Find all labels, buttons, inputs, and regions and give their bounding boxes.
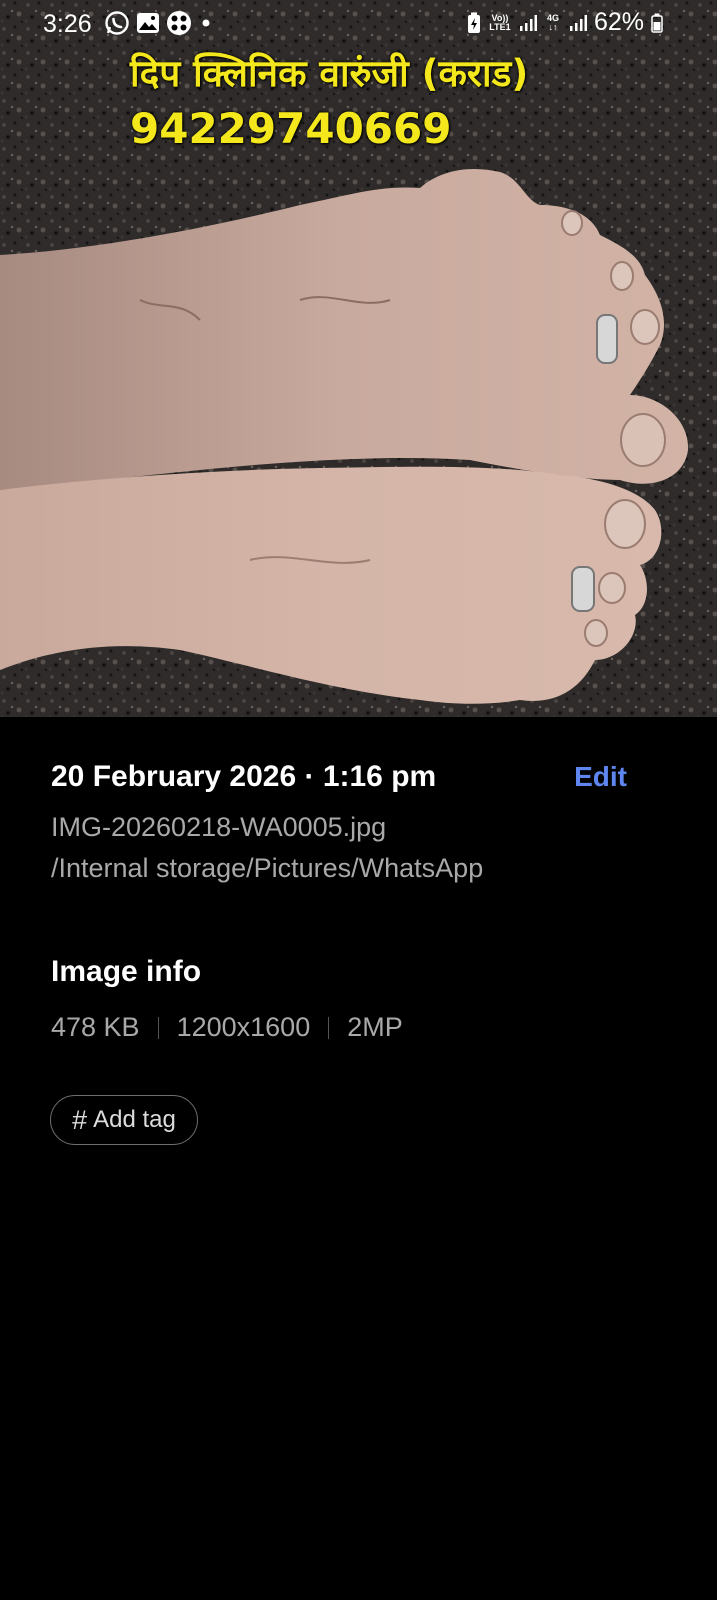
system-icons: Vo)) LTE1 4G ↓↑ 62%	[467, 8, 663, 37]
image-info-row: 478 KB 1200x1600 2MP	[51, 1012, 403, 1043]
image-megapixels: 2MP	[347, 1012, 403, 1042]
battery-icon	[651, 13, 663, 33]
separator	[157, 1016, 159, 1039]
overlay-phone-number: 94229740669	[130, 104, 452, 153]
status-time: 3:26	[43, 10, 92, 38]
battery-saver-icon	[467, 12, 480, 33]
file-size: 478 KB	[51, 1012, 140, 1042]
gallery-icon	[137, 13, 159, 33]
network-type-label: 4G ↓↑	[546, 12, 559, 32]
volte-label: Vo)) LTE1	[489, 12, 511, 32]
battery-percent: 62%	[593, 8, 644, 36]
status-bar: 3:26 Vo)) LTE1 4G ↓↑ 62%	[0, 0, 717, 50]
photo-date: 20 February 2026 · 1:16 pm	[51, 760, 437, 793]
separator	[328, 1016, 330, 1039]
add-tag-button[interactable]: # Add tag	[50, 1095, 198, 1145]
whatsapp-icon	[105, 11, 129, 35]
photo-details: 20 February 2026 · 1:16 pm Edit IMG-2026…	[51, 760, 657, 884]
dot-icon	[202, 19, 210, 27]
file-path: /Internal storage/Pictures/WhatsApp	[51, 853, 484, 883]
network-type: 4G	[546, 12, 559, 23]
hash-icon: #	[72, 1104, 88, 1135]
game-icon	[167, 11, 191, 35]
add-tag-label: Add tag	[93, 1106, 176, 1133]
date-row: 20 February 2026 · 1:16 pm Edit	[51, 760, 657, 794]
signal-icon	[519, 14, 537, 31]
overlay-clinic-name: दिप क्लिनिक वारुंजी (कराड)	[130, 52, 529, 95]
file-name: IMG-20260218-WA0005.jpg	[51, 812, 387, 842]
photo-viewer[interactable]: दिप क्लिनिक वारुंजी (कराड) 94229740669	[0, 0, 717, 717]
notification-icons	[104, 10, 214, 36]
image-resolution: 1200x1600	[176, 1012, 311, 1042]
edit-button[interactable]: Edit	[574, 761, 627, 793]
signal-icon-2	[569, 14, 587, 31]
image-info-title: Image info	[51, 955, 202, 988]
